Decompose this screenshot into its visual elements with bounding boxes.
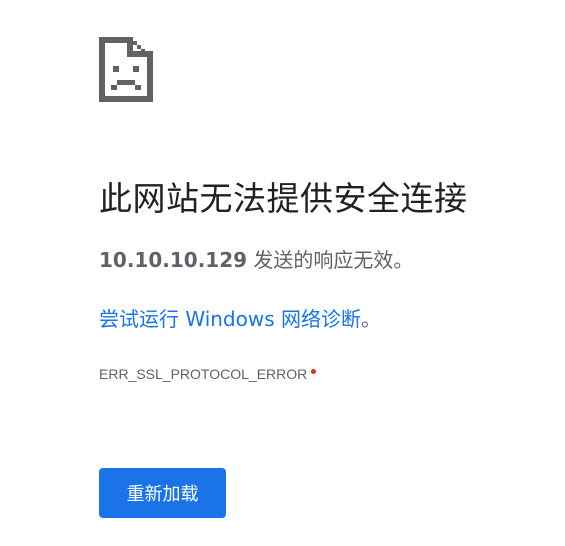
error-host: 10.10.10.129 — [99, 248, 248, 272]
error-code-text: ERR_SSL_PROTOCOL_ERROR — [99, 366, 308, 382]
error-summary-text: 发送的响应无效。 — [247, 248, 414, 272]
error-title: 此网站无法提供安全连接 — [99, 179, 468, 218]
error-code[interactable]: ERR_SSL_PROTOCOL_ERROR — [99, 366, 317, 382]
error-indicator-dot — [311, 369, 317, 374]
error-page: 此网站无法提供安全连接 10.10.10.129 发送的响应无效。 尝试运行 W… — [0, 0, 565, 546]
suggestion-period: 。 — [361, 307, 381, 331]
sad-page-icon — [99, 37, 153, 102]
network-diagnostics-link[interactable]: 尝试运行 Windows 网络诊断 — [99, 307, 361, 331]
error-suggestion: 尝试运行 Windows 网络诊断。 — [99, 303, 381, 332]
error-summary: 10.10.10.129 发送的响应无效。 — [99, 244, 413, 273]
reload-button[interactable]: 重新加载 — [99, 468, 226, 518]
